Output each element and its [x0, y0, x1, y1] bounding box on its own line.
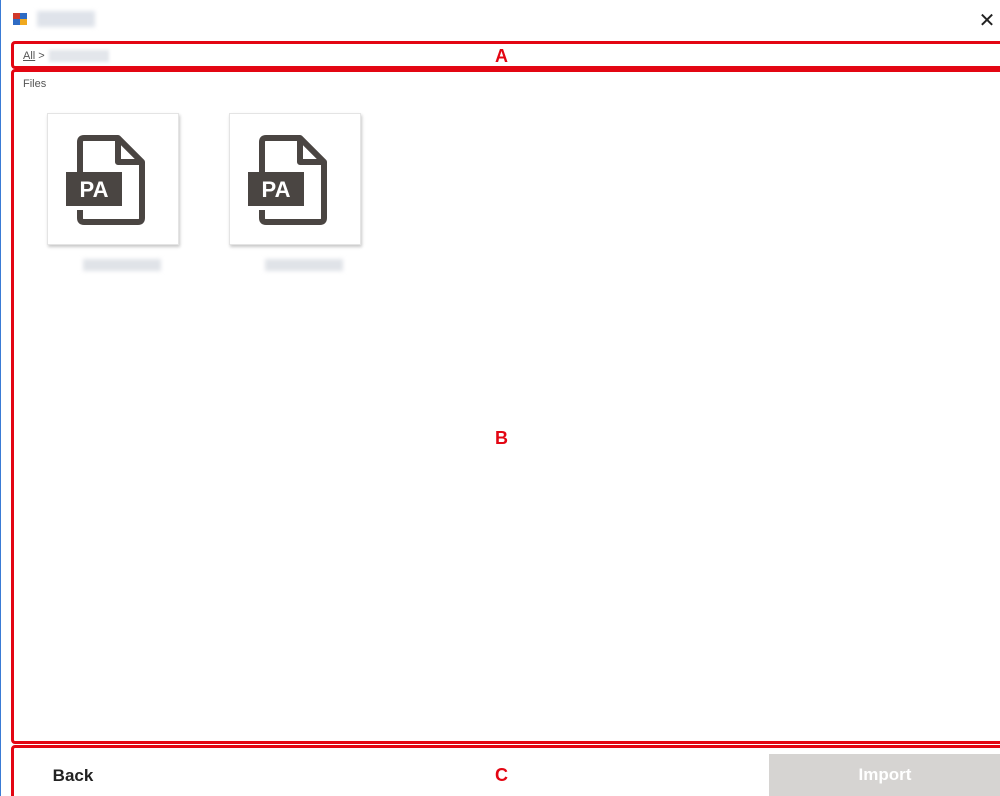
annotation-box-b: [11, 69, 1000, 744]
app-icon: [13, 13, 27, 25]
close-icon[interactable]: ✕: [977, 11, 997, 32]
window-title-redacted: [37, 11, 95, 27]
annotation-label-a: A: [495, 46, 508, 66]
annotation-label-b: B: [495, 428, 508, 448]
import-window: ✕ All > Files PA PA Back Import A B C: [0, 0, 1000, 796]
title-bar: ✕: [1, 0, 1000, 40]
annotation-label-c: C: [495, 765, 508, 785]
